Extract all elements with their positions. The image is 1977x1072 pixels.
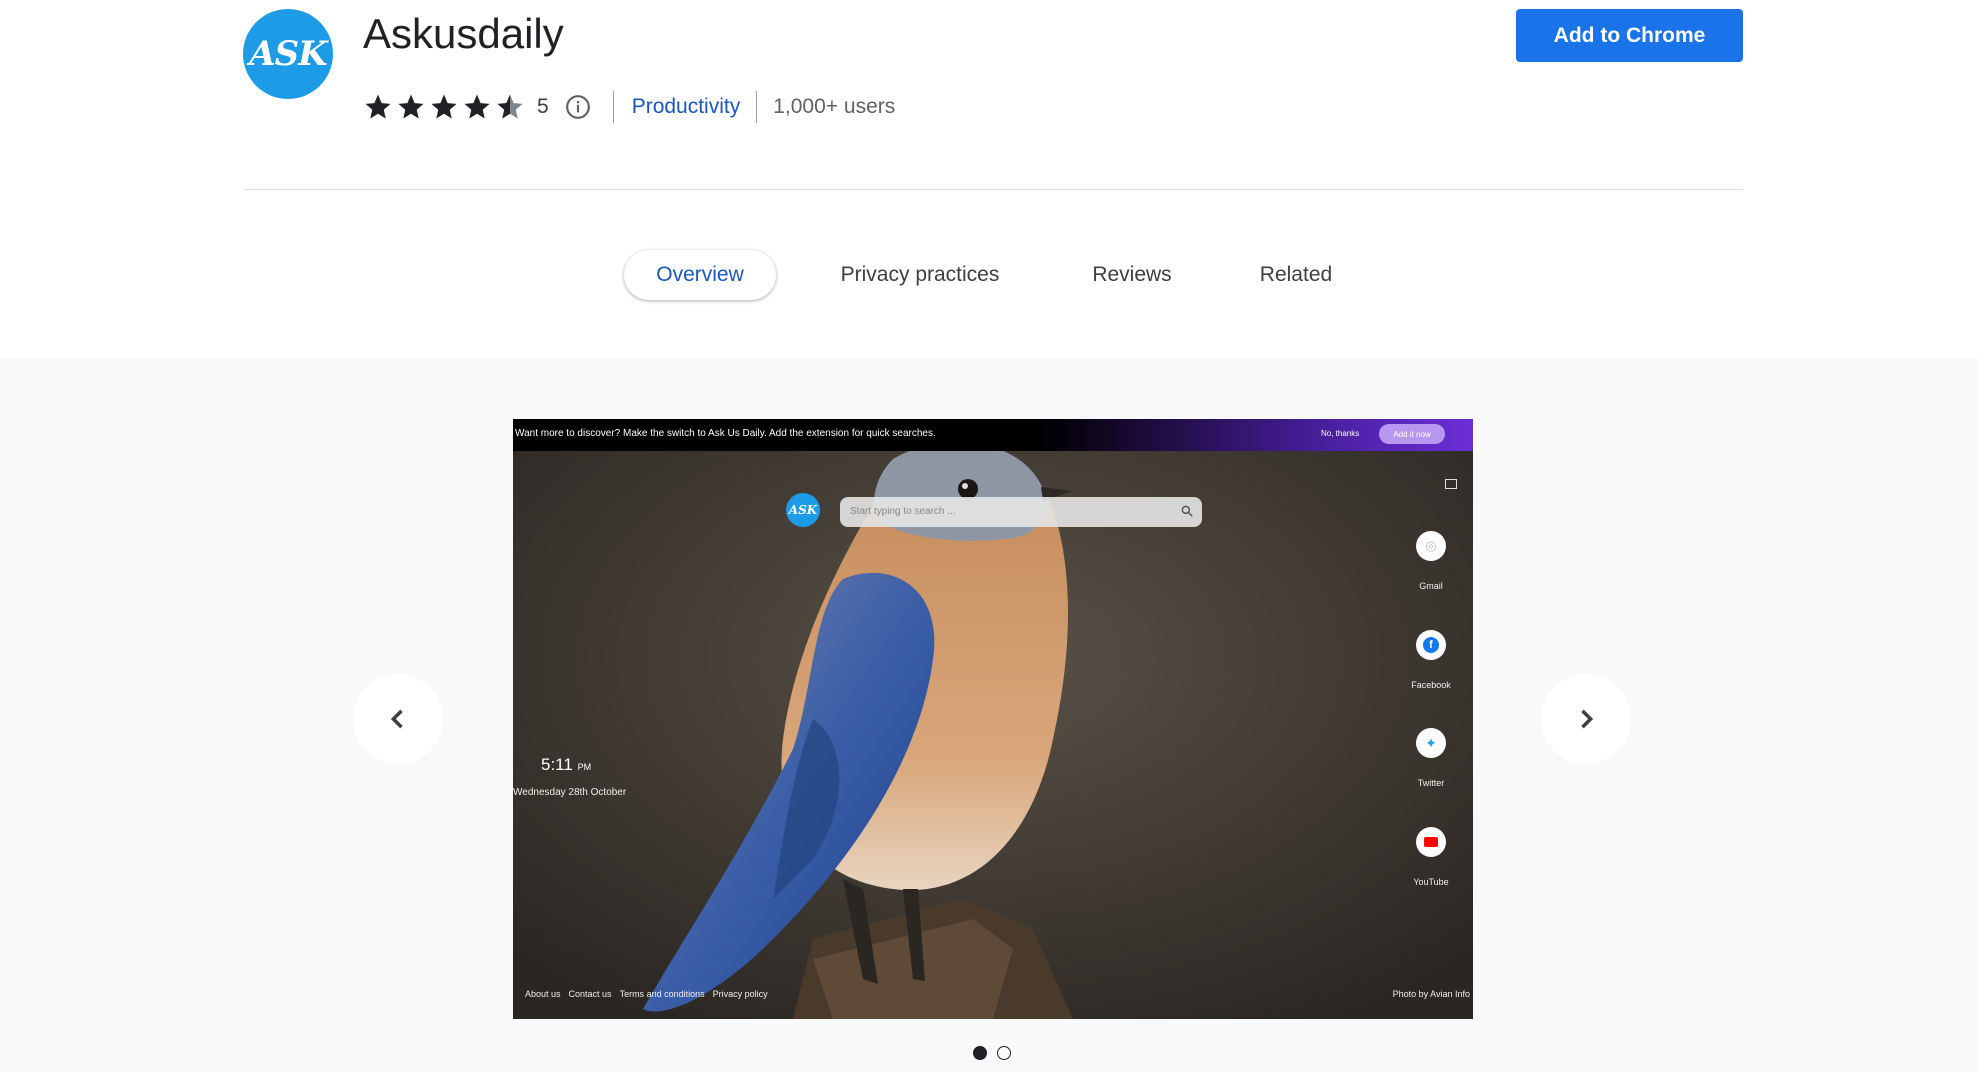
screenshot-date: Wednesday 28th October bbox=[513, 787, 627, 798]
tab-reviews[interactable]: Reviews bbox=[1080, 250, 1184, 300]
tab-related[interactable]: Related bbox=[1246, 250, 1346, 300]
social-twitter: ✦ Twitter bbox=[1416, 728, 1446, 788]
carousel-indicators bbox=[973, 1046, 1011, 1060]
chevron-right-icon bbox=[1581, 709, 1594, 729]
clock-time: 5:11 bbox=[541, 755, 573, 774]
photo-credit: Photo by Avian Info bbox=[1392, 989, 1470, 999]
ask-logo-mini: ASK bbox=[786, 493, 820, 527]
meta-divider bbox=[756, 91, 758, 123]
social-gmail: ◎ Gmail bbox=[1416, 531, 1446, 591]
search-icon bbox=[1181, 505, 1193, 517]
meta-divider bbox=[612, 91, 614, 123]
screenshot-search-box: Start typing to search ... bbox=[840, 497, 1202, 527]
social-youtube: YouTube bbox=[1413, 827, 1449, 887]
star-icon bbox=[365, 94, 391, 119]
footer-link: Terms and conditions bbox=[619, 989, 705, 999]
social-facebook: f Facebook bbox=[1411, 630, 1451, 690]
star-half-icon bbox=[497, 94, 523, 119]
category-link[interactable]: Productivity bbox=[632, 95, 741, 119]
rating-count: 5 bbox=[537, 95, 549, 118]
footer-link: Contact us bbox=[568, 989, 612, 999]
promo-banner: Want more to discover? Make the switch t… bbox=[513, 419, 1473, 451]
tab-bar: Overview Privacy practices Reviews Relat… bbox=[0, 250, 1977, 300]
screenshot-gallery: Want more to discover? Make the switch t… bbox=[0, 358, 1977, 1072]
extension-meta: 5 Productivity 1,000+ users bbox=[363, 89, 895, 125]
header-divider bbox=[243, 189, 1743, 190]
carousel-dot-active[interactable] bbox=[973, 1046, 987, 1060]
banner-dismiss: No, thanks bbox=[1321, 429, 1360, 438]
social-label: Gmail bbox=[1419, 581, 1443, 591]
prev-slide-button[interactable] bbox=[353, 674, 443, 764]
info-icon[interactable] bbox=[565, 94, 591, 120]
screenshot-clock: 5:11 PM bbox=[541, 755, 591, 775]
rating-stars bbox=[363, 92, 525, 122]
banner-add-button: Add it now bbox=[1379, 424, 1445, 444]
social-label: Twitter bbox=[1417, 778, 1445, 788]
extension-logo: ASK bbox=[243, 9, 333, 99]
star-icon bbox=[431, 94, 457, 119]
facebook-icon: f bbox=[1416, 630, 1446, 660]
social-label: YouTube bbox=[1413, 877, 1449, 887]
screenshot-footer-links: About us Contact us Terms and conditions… bbox=[525, 989, 768, 999]
extension-header: ASK Askusdaily 5 Productivity 1,000+ use… bbox=[0, 0, 1977, 358]
star-icon bbox=[398, 94, 424, 119]
image-icon bbox=[1445, 479, 1457, 489]
tab-privacy-practices[interactable]: Privacy practices bbox=[820, 250, 1020, 300]
youtube-icon bbox=[1416, 827, 1446, 857]
carousel-dot[interactable] bbox=[997, 1046, 1011, 1060]
footer-link: About us bbox=[525, 989, 561, 999]
social-label: Facebook bbox=[1411, 680, 1451, 690]
tab-overview[interactable]: Overview bbox=[624, 250, 776, 300]
extension-title: Askusdaily bbox=[363, 10, 564, 57]
gmail-icon: ◎ bbox=[1416, 531, 1446, 561]
footer-link: Privacy policy bbox=[712, 989, 768, 999]
banner-text: Want more to discover? Make the switch t… bbox=[515, 428, 936, 439]
star-icon bbox=[464, 94, 490, 119]
search-placeholder: Start typing to search ... bbox=[850, 506, 956, 517]
user-count: 1,000+ users bbox=[773, 95, 896, 118]
screenshot-image: Want more to discover? Make the switch t… bbox=[513, 419, 1473, 1019]
next-slide-button[interactable] bbox=[1541, 674, 1631, 764]
chevron-left-icon bbox=[390, 709, 403, 729]
clock-ampm: PM bbox=[577, 762, 592, 772]
add-to-chrome-button[interactable]: Add to Chrome bbox=[1516, 9, 1743, 62]
logo-text: ASK bbox=[249, 34, 327, 74]
twitter-icon: ✦ bbox=[1416, 728, 1446, 758]
